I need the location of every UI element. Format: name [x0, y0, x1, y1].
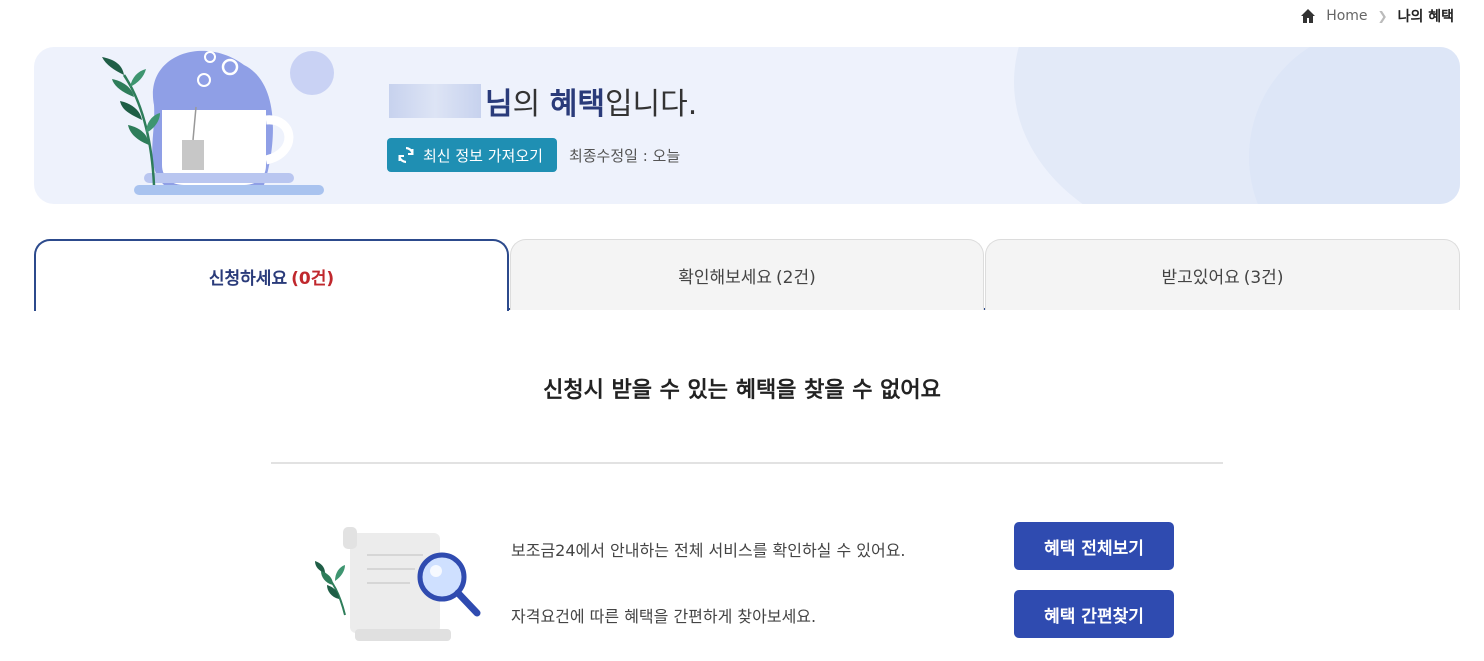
- tab-label: 확인해보세요: [678, 267, 773, 288]
- title-benefit: 혜택: [549, 87, 605, 122]
- empty-state-message: 신청시 받을 수 있는 혜택을 찾을 수 없어요: [543, 378, 941, 403]
- tab-apply[interactable]: 신청하세요 (0건): [34, 239, 509, 311]
- info-all-services: 보조금24에서 안내하는 전체 서비스를 확인하실 수 있어요.: [511, 541, 906, 560]
- view-all-benefits-button[interactable]: 혜택 전체보기: [1014, 522, 1174, 570]
- user-name-redacted: [389, 84, 481, 118]
- breadcrumb-separator: ❯: [1377, 9, 1388, 23]
- title-text: 의: [512, 87, 550, 122]
- refresh-icon: [398, 146, 414, 164]
- title-end: 입니다.: [604, 87, 698, 122]
- tea-cup-illustration: [102, 50, 334, 195]
- decor-blob: [1249, 47, 1460, 204]
- tab-count: (0건): [291, 268, 335, 289]
- tab-label: 신청하세요: [208, 268, 288, 289]
- info-easy-find: 자격요건에 따른 혜택을 간편하게 찾아보세요.: [511, 607, 817, 626]
- hero-banner: 님 의 혜택 입니다. 최신 정보 가져오기 최종수정일 : 오늘: [34, 47, 1460, 204]
- tab-receiving[interactable]: 받고있어요 (3건): [985, 239, 1460, 310]
- last-updated: 최종수정일 : 오늘: [568, 146, 681, 165]
- refresh-button[interactable]: 최신 정보 가져오기: [387, 138, 557, 172]
- title-nim: 님: [485, 87, 513, 122]
- tab-count: (3건): [1243, 267, 1284, 288]
- tab-count: (2건): [776, 267, 816, 288]
- benefit-tabs: 신청하세요 (0건) 확인해보세요 (2건) 받고있어요 (3건): [34, 239, 1460, 311]
- tab-check[interactable]: 확인해보세요 (2건): [510, 239, 984, 310]
- hero-title: 님 의 혜택 입니다.: [389, 79, 697, 123]
- refresh-row: 최신 정보 가져오기 최종수정일 : 오늘: [387, 138, 680, 172]
- easy-find-benefits-button[interactable]: 혜택 간편찾기: [1014, 590, 1174, 638]
- divider: [271, 462, 1223, 464]
- refresh-label: 최신 정보 가져오기: [423, 146, 543, 165]
- breadcrumb: Home ❯ 나의 혜택: [1300, 6, 1454, 26]
- breadcrumb-home[interactable]: Home: [1326, 8, 1367, 24]
- document-search-illustration: [315, 527, 481, 641]
- home-icon[interactable]: [1300, 8, 1316, 24]
- tab-label: 받고있어요: [1161, 267, 1240, 288]
- breadcrumb-current: 나의 혜택: [1397, 9, 1454, 25]
